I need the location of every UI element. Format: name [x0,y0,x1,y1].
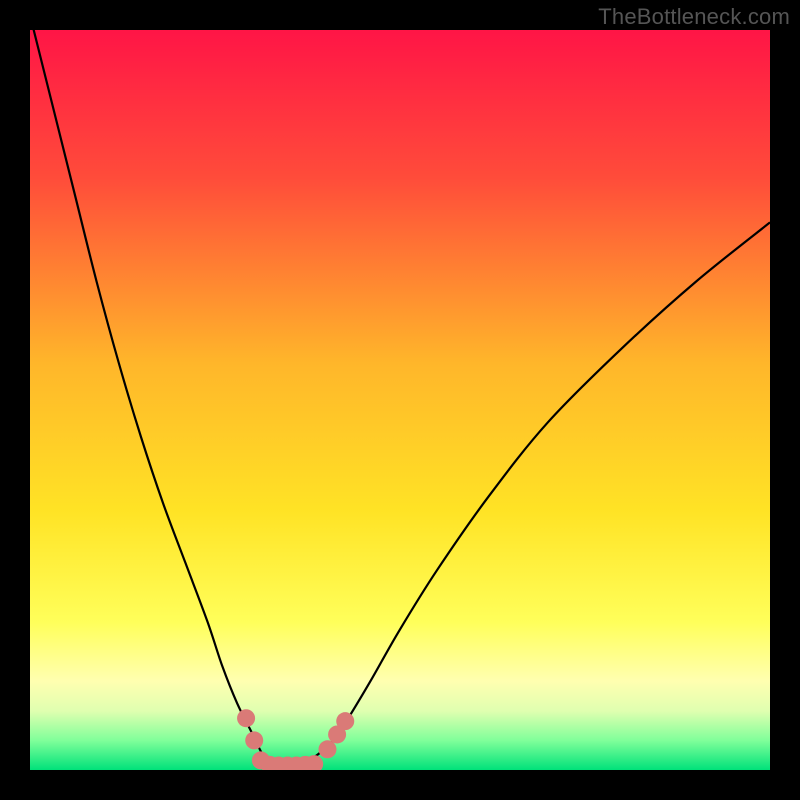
highlight-dot [237,709,255,727]
highlight-dot [318,740,336,758]
chart-frame: TheBottleneck.com [0,0,800,800]
highlight-dot [245,731,263,749]
gradient-background [30,30,770,770]
watermark-text: TheBottleneck.com [598,4,790,30]
highlight-dot [336,712,354,730]
plot-area [30,30,770,770]
chart-svg [30,30,770,770]
